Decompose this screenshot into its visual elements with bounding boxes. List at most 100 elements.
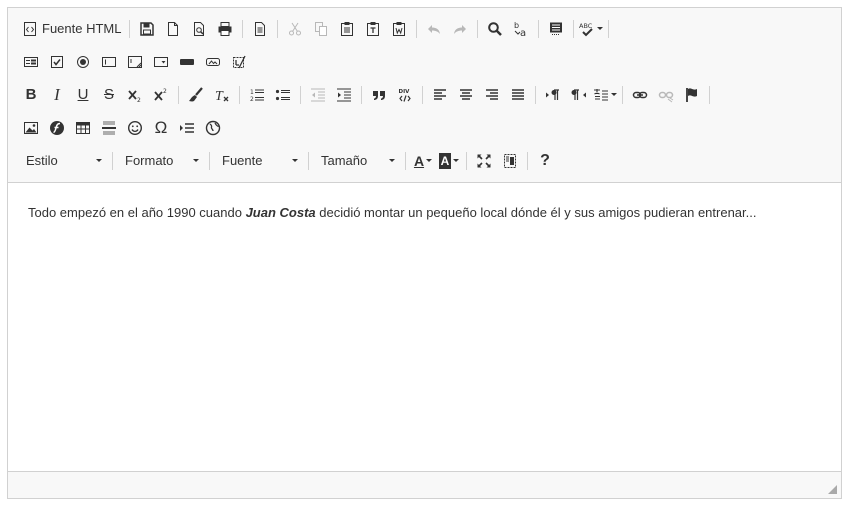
align-center-button[interactable] <box>453 82 479 108</box>
numbered-list-icon: 12 <box>250 89 264 103</box>
special-char-button[interactable]: Ω <box>148 115 174 141</box>
copy-icon <box>315 21 328 36</box>
copy-format-button[interactable] <box>183 82 209 108</box>
editor-content[interactable]: Todo empezó en el año 1990 cuando Juan C… <box>28 205 757 220</box>
copy-button[interactable] <box>308 16 334 42</box>
ltr-button[interactable] <box>540 82 566 108</box>
link-button[interactable] <box>627 82 653 108</box>
select-field-button[interactable] <box>148 49 174 75</box>
link-icon <box>632 91 648 98</box>
remove-format-button[interactable]: T <box>209 82 235 108</box>
text-direction-ltr-icon <box>546 88 559 100</box>
svg-text:2: 2 <box>250 96 254 103</box>
templates-button[interactable] <box>247 16 273 42</box>
bulleted-list-button[interactable] <box>270 82 296 108</box>
style-dropdown[interactable]: Estilo <box>18 149 108 173</box>
preview-button[interactable] <box>186 16 212 42</box>
background-color-button[interactable]: A <box>436 148 462 174</box>
font-dropdown[interactable]: Fuente <box>214 149 304 173</box>
textarea-button[interactable] <box>122 49 148 75</box>
new-page-button[interactable] <box>160 16 186 42</box>
print-button[interactable] <box>212 16 238 42</box>
svg-text:2: 2 <box>137 97 141 103</box>
separator <box>477 19 479 38</box>
radio-button[interactable] <box>70 49 96 75</box>
image-button[interactable] <box>18 115 44 141</box>
paste-text-icon <box>367 21 380 36</box>
bold-button[interactable]: B <box>18 82 44 108</box>
image-button-field-button[interactable] <box>200 49 226 75</box>
paste-text-button[interactable] <box>360 16 386 42</box>
spellcheck-icon: ABC <box>579 22 593 36</box>
paste-button[interactable] <box>334 16 360 42</box>
flash-button[interactable] <box>44 115 70 141</box>
anchor-button[interactable] <box>679 82 705 108</box>
div-container-button[interactable]: DIV <box>392 82 418 108</box>
align-left-button[interactable] <box>427 82 453 108</box>
hidden-field-icon <box>233 55 246 68</box>
content-text-before: Todo empezó en el año 1990 cuando <box>28 205 246 220</box>
source-html-button[interactable]: Fuente HTML <box>18 16 125 42</box>
spellcheck-button[interactable]: ABC <box>578 16 604 42</box>
separator <box>422 85 423 104</box>
maximize-button[interactable] <box>471 148 497 174</box>
superscript-button[interactable]: 2 <box>148 82 174 108</box>
justify-button[interactable] <box>505 82 531 108</box>
separator <box>622 85 623 104</box>
rtl-button[interactable] <box>566 82 592 108</box>
strikethrough-button[interactable]: S <box>96 82 122 108</box>
preview-icon <box>194 21 205 36</box>
iframe-button[interactable] <box>200 115 226 141</box>
form-button[interactable] <box>18 49 44 75</box>
show-blocks-button[interactable] <box>497 148 523 174</box>
language-button[interactable] <box>592 82 618 108</box>
help-button[interactable]: ? <box>532 148 558 174</box>
page-break-button[interactable] <box>174 115 200 141</box>
undo-button[interactable] <box>421 16 447 42</box>
indent-button[interactable] <box>331 82 357 108</box>
align-center-icon <box>460 88 472 100</box>
checkbox-button[interactable] <box>44 49 70 75</box>
print-icon <box>218 21 232 36</box>
help-icon: ? <box>540 151 550 169</box>
separator <box>209 151 210 170</box>
smiley-button[interactable] <box>122 115 148 141</box>
horizontal-rule-button[interactable] <box>96 115 122 141</box>
unlink-button[interactable] <box>653 82 679 108</box>
size-dropdown[interactable]: Tamaño <box>313 149 401 173</box>
source-icon <box>24 21 36 36</box>
svg-text:2: 2 <box>163 88 167 95</box>
button-field-button[interactable] <box>174 49 200 75</box>
hidden-field-button[interactable] <box>226 49 252 75</box>
save-button[interactable] <box>134 16 160 42</box>
content-text-after: decidió montar un pequeño local dónde él… <box>315 205 757 220</box>
table-button[interactable] <box>70 115 96 141</box>
background-color-icon: A <box>438 152 452 169</box>
radio-icon <box>77 55 89 68</box>
cut-button[interactable] <box>282 16 308 42</box>
replace-button[interactable]: ba <box>508 16 534 42</box>
superscript-icon: 2 <box>154 88 167 101</box>
find-button[interactable] <box>482 16 508 42</box>
save-icon <box>140 21 155 36</box>
align-right-button[interactable] <box>479 82 505 108</box>
separator <box>608 19 610 38</box>
outdent-button[interactable] <box>305 82 331 108</box>
underline-button[interactable]: U <box>70 82 96 108</box>
subscript-button[interactable]: 2 <box>122 82 148 108</box>
separator <box>239 85 240 104</box>
svg-text:DIV: DIV <box>399 89 411 95</box>
numbered-list-button[interactable]: 12 <box>244 82 270 108</box>
clear-format-icon: T <box>215 89 229 103</box>
separator <box>277 19 279 38</box>
quote-icon <box>373 90 385 100</box>
redo-button[interactable] <box>447 16 473 42</box>
resize-handle-icon[interactable] <box>828 485 837 494</box>
italic-button[interactable]: I <box>44 82 70 108</box>
paste-word-button[interactable] <box>386 16 412 42</box>
text-color-button[interactable]: A <box>410 148 436 174</box>
format-dropdown[interactable]: Formato <box>117 149 205 173</box>
select-all-button[interactable] <box>543 16 569 42</box>
text-field-button[interactable] <box>96 49 122 75</box>
blockquote-button[interactable] <box>366 82 392 108</box>
